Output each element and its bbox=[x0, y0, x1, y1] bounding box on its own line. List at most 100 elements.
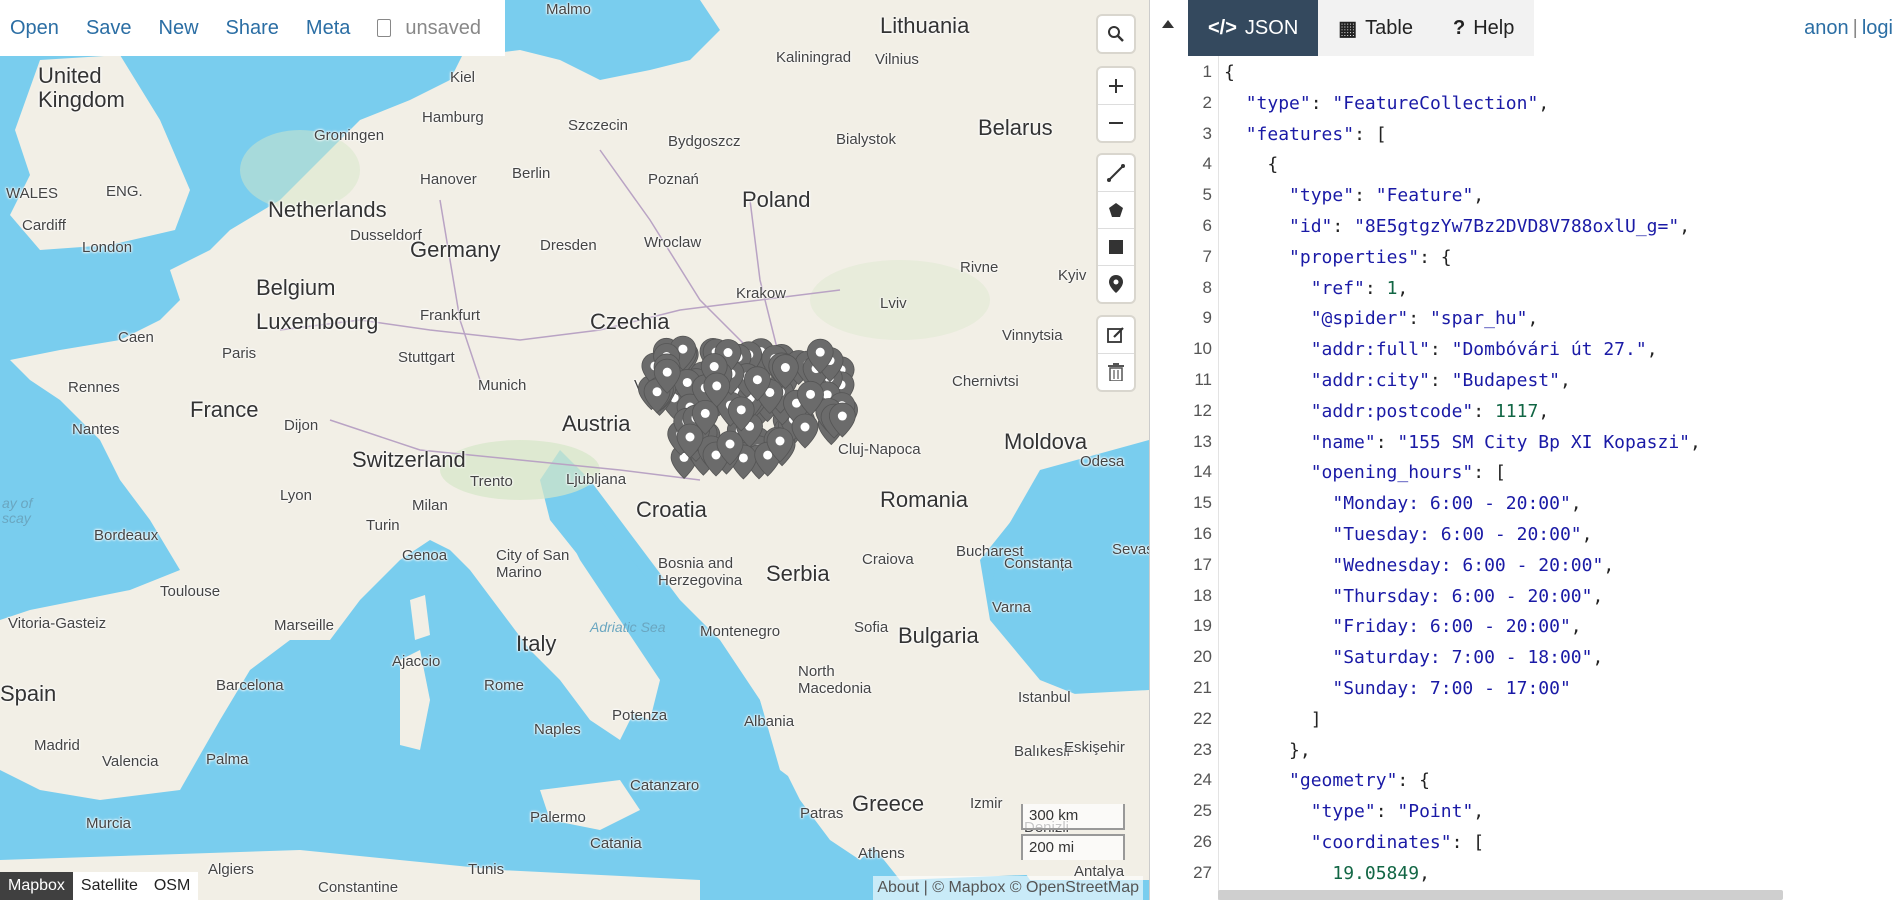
menu-share[interactable]: Share bbox=[226, 17, 279, 40]
draw-control bbox=[1098, 155, 1134, 302]
file-icon bbox=[377, 19, 392, 37]
menu-meta[interactable]: Meta bbox=[306, 17, 350, 40]
code-line[interactable]: "features": [ bbox=[1224, 124, 1387, 145]
line-number: 27 bbox=[1193, 862, 1212, 882]
layer-satellite[interactable]: Satellite bbox=[72, 872, 146, 900]
zoom-out-icon[interactable] bbox=[1098, 105, 1134, 141]
layer-osm[interactable]: OSM bbox=[145, 872, 199, 900]
code-line[interactable]: "ref": 1, bbox=[1224, 278, 1409, 299]
line-number: 2 bbox=[1202, 92, 1212, 112]
line-number: 8 bbox=[1202, 277, 1212, 297]
code-line[interactable]: "Saturday: 7:00 - 18:00", bbox=[1224, 647, 1603, 668]
code-line[interactable]: "Sunday: 7:00 - 17:00" bbox=[1224, 678, 1570, 699]
map-marker[interactable] bbox=[791, 413, 819, 449]
code-line[interactable]: "Thursday: 6:00 - 20:00", bbox=[1224, 586, 1603, 607]
code-line[interactable]: "Wednesday: 6:00 - 20:00", bbox=[1224, 555, 1614, 576]
user-name-link[interactable]: anon bbox=[1804, 17, 1849, 39]
code-line[interactable]: }, bbox=[1224, 740, 1311, 761]
code-line[interactable]: "addr:postcode": 1117, bbox=[1224, 401, 1549, 422]
tab-table-label: Table bbox=[1365, 16, 1413, 39]
tab-table[interactable]: ▦ Table bbox=[1318, 0, 1433, 56]
line-number: 22 bbox=[1193, 708, 1212, 728]
line-number: 5 bbox=[1202, 185, 1212, 205]
code-line[interactable]: { bbox=[1224, 62, 1235, 83]
code-line[interactable]: "@spider": "spar_hu", bbox=[1224, 308, 1539, 329]
line-number: 24 bbox=[1193, 770, 1212, 790]
user-area: anon | logi bbox=[1804, 0, 1893, 56]
file-status: unsaved bbox=[377, 17, 481, 40]
edit-icon[interactable] bbox=[1098, 317, 1134, 354]
code-line[interactable]: "type": "Point", bbox=[1224, 801, 1484, 822]
app-root: Lithuania Malmo Kaliningrad Vilnius United K… bbox=[0, 0, 1893, 900]
collapse-caret-icon[interactable] bbox=[1162, 20, 1174, 28]
line-number: 21 bbox=[1193, 678, 1212, 697]
scale-km: 300 km bbox=[1021, 804, 1125, 830]
file-status-label: unsaved bbox=[405, 16, 482, 39]
code-line[interactable]: "geometry": { bbox=[1224, 770, 1430, 791]
code-line[interactable]: "id": "8E5gtgzYw7Bz2DVD8V788oxlU_g=", bbox=[1224, 216, 1690, 237]
code-line[interactable]: "Friday: 6:00 - 20:00", bbox=[1224, 616, 1581, 637]
line-number: 26 bbox=[1193, 832, 1212, 851]
line-number: 18 bbox=[1193, 585, 1212, 605]
horizontal-scrollbar[interactable] bbox=[1218, 890, 1783, 900]
tab-help[interactable]: ? Help bbox=[1432, 0, 1535, 56]
code-line[interactable]: { bbox=[1224, 154, 1278, 175]
code-icon: </> bbox=[1208, 16, 1237, 39]
code-line[interactable]: "name": "155 SM City Bp XI Kopaszi", bbox=[1224, 432, 1701, 453]
line-number: 12 bbox=[1193, 400, 1212, 420]
code-line[interactable]: "Monday: 6:00 - 20:00", bbox=[1224, 493, 1581, 514]
code-line[interactable]: "type": "FeatureCollection", bbox=[1224, 93, 1549, 114]
layer-mapbox[interactable]: Mapbox bbox=[0, 872, 73, 900]
line-number: 20 bbox=[1193, 647, 1212, 667]
line-number: 11 bbox=[1194, 370, 1212, 389]
line-number: 23 bbox=[1193, 739, 1212, 759]
map-attribution[interactable]: About | © Mapbox © OpenStreetMap bbox=[873, 876, 1143, 900]
login-link[interactable]: logi bbox=[1862, 17, 1893, 39]
map-canvas[interactable]: Lithuania Malmo Kaliningrad Vilnius United K… bbox=[0, 0, 1149, 900]
line-number: 10 bbox=[1193, 339, 1212, 359]
line-number: 3 bbox=[1202, 123, 1212, 143]
code-line[interactable]: "type": "Feature", bbox=[1224, 185, 1484, 206]
user-separator: | bbox=[1852, 17, 1858, 39]
code-line[interactable]: "Tuesday: 6:00 - 20:00", bbox=[1224, 524, 1592, 545]
table-icon: ▦ bbox=[1338, 17, 1358, 40]
line-number: 7 bbox=[1202, 246, 1212, 266]
help-icon: ? bbox=[1452, 16, 1466, 39]
line-number: 4 bbox=[1202, 154, 1212, 174]
zoom-control bbox=[1098, 68, 1134, 141]
code-line[interactable]: "coordinates": [ bbox=[1224, 832, 1484, 853]
line-number: 16 bbox=[1193, 524, 1212, 543]
marker-cluster[interactable] bbox=[0, 0, 1149, 900]
side-panel: </> JSON ▦ Table ? Help anon | logi 12 3 4 5 6… bbox=[1149, 0, 1893, 900]
line-number: 25 bbox=[1193, 801, 1212, 821]
layer-switcher: Mapbox Satellite OSM bbox=[0, 872, 199, 900]
code-line[interactable]: ] bbox=[1224, 709, 1322, 730]
scale-mi: 200 mi bbox=[1021, 834, 1125, 860]
draw-marker-icon[interactable] bbox=[1098, 266, 1134, 302]
line-number: 6 bbox=[1202, 216, 1212, 235]
search-icon[interactable] bbox=[1098, 16, 1134, 52]
menu-open[interactable]: Open bbox=[10, 17, 59, 40]
code-line[interactable]: "addr:city": "Budapest", bbox=[1224, 370, 1571, 391]
line-number: 17 bbox=[1193, 554, 1212, 574]
edit-control bbox=[1098, 317, 1134, 390]
draw-line-icon[interactable] bbox=[1098, 155, 1134, 192]
code-line[interactable]: 19.05849, bbox=[1224, 863, 1430, 884]
code-line[interactable]: "opening_hours": [ bbox=[1224, 462, 1506, 483]
line-number: 15 bbox=[1193, 493, 1212, 513]
code-line[interactable]: "addr:full": "Dombóvári út 27.", bbox=[1224, 339, 1658, 360]
draw-polygon-icon[interactable] bbox=[1098, 192, 1134, 229]
zoom-in-icon[interactable] bbox=[1098, 68, 1134, 105]
menu-save[interactable]: Save bbox=[86, 17, 132, 40]
tab-json[interactable]: </> JSON bbox=[1188, 0, 1319, 56]
draw-rectangle-icon[interactable] bbox=[1098, 229, 1134, 266]
tab-json-label: JSON bbox=[1244, 16, 1299, 39]
code-line[interactable]: "properties": { bbox=[1224, 247, 1452, 268]
menu-new[interactable]: New bbox=[159, 17, 199, 40]
json-editor[interactable]: 1 2 3 4 5 6 7 8 9 10 11 12 13 14 15 16 17 18 19 20 21 22 23 24 2… bbox=[1150, 56, 1893, 900]
trash-icon[interactable] bbox=[1098, 354, 1134, 390]
search-control bbox=[1098, 16, 1134, 52]
line-gutter: 1 2 3 4 5 6 7 8 9 10 11 12 13 14 15 16 17 18 19 20 21 22 23 24 2… bbox=[1150, 56, 1219, 900]
line-number: 9 bbox=[1202, 308, 1212, 328]
tab-help-label: Help bbox=[1473, 16, 1515, 39]
